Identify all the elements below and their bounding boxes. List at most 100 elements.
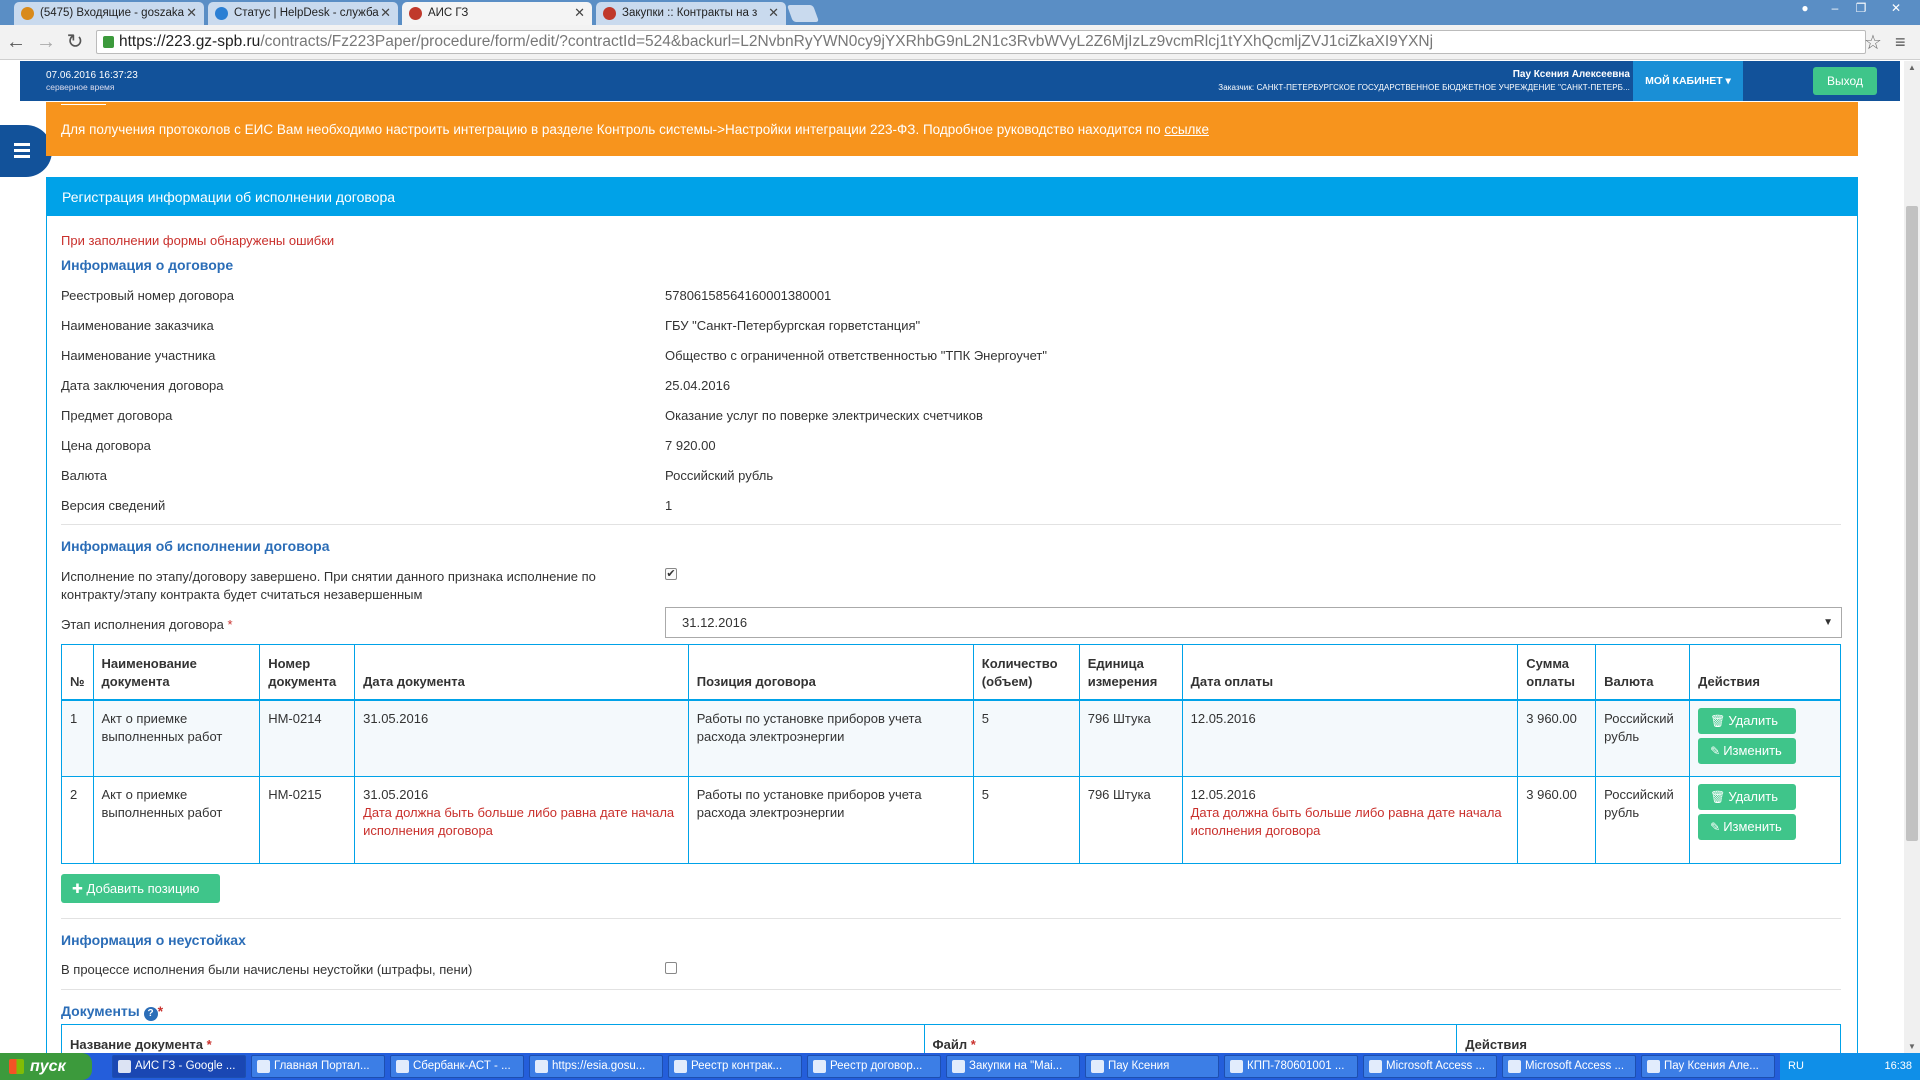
close-icon[interactable]: ✕	[380, 2, 391, 24]
browser-toolbar: ← → ↻ https://223.gz-spb.ru/contracts/Fz…	[0, 25, 1920, 60]
user-icon[interactable]: ●	[1792, 0, 1818, 18]
table-header-row: Название документа * Файл * Действия	[61, 1024, 1841, 1057]
taskbar-item[interactable]: Microsoft Access ...	[1502, 1055, 1636, 1078]
language-indicator[interactable]: RU	[1788, 1053, 1804, 1080]
contract-info-heading: Информация о договоре	[61, 257, 234, 273]
delete-button[interactable]: 🗑 Удалить	[1698, 707, 1797, 734]
col-header: Дата документа	[354, 644, 689, 701]
taskbar-item[interactable]: КПП-780601001 ...	[1224, 1055, 1358, 1078]
logout-button[interactable]: Выход	[1813, 67, 1877, 95]
tab-label: Закупки :: Контракты на з	[622, 7, 758, 19]
edit-button[interactable]: ✎ Изменить	[1698, 814, 1797, 840]
penalties-checkbox[interactable]	[665, 962, 677, 974]
customer-name-value: ГБУ "Санкт-Петербургская горветстанция"	[665, 318, 921, 333]
form-error-message: При заполнении формы обнаружены ошибки	[61, 233, 335, 248]
page-scrollbar[interactable]: ▲ ▼	[1904, 61, 1920, 1053]
taskbar-item[interactable]: Главная Портал...	[251, 1055, 385, 1078]
bookmark-star-icon[interactable]: ☆	[1864, 30, 1882, 55]
row-number: 2	[61, 776, 94, 864]
restore-icon[interactable]: ❐	[1848, 0, 1874, 18]
pay-date: 12.05.2016	[1190, 710, 1256, 726]
col-header: Сумма оплаты	[1517, 644, 1597, 701]
alert-link[interactable]: ссылке	[1164, 122, 1209, 137]
address-bar[interactable]: https://223.gz-spb.ru/contracts/Fz223Pap…	[96, 30, 1866, 54]
quantity: 5	[972, 776, 1080, 864]
divider	[61, 989, 1841, 990]
pay-date-error: Дата должна быть больше либо равна дате …	[1190, 805, 1502, 838]
help-icon[interactable]: ?	[143, 1007, 158, 1021]
back-arrow-icon[interactable]: ←	[4, 31, 28, 53]
divider	[61, 918, 1841, 919]
ie-icon	[535, 1060, 548, 1073]
currency-label: Валюта	[61, 468, 107, 483]
taskbar-item[interactable]: Microsoft Access ...	[1363, 1055, 1497, 1078]
app-icon	[952, 1060, 965, 1073]
execution-completed-checkbox[interactable]: ✔	[665, 568, 677, 580]
browser-tab-helpdesk[interactable]: Статус | HelpDesk - служба ✕	[208, 2, 398, 25]
taskbar-item[interactable]: Пау Ксения Але...	[1641, 1055, 1775, 1078]
doc-number: НМ-0215	[259, 776, 356, 864]
doc-date: 31.05.2016	[363, 710, 429, 726]
delete-button[interactable]: 🗑 Удалить	[1698, 784, 1797, 810]
start-button[interactable]: пуск	[0, 1053, 92, 1080]
close-icon[interactable]: ✕	[574, 2, 585, 24]
taskbar-item[interactable]: Реестр контрак...	[668, 1055, 802, 1078]
taskbar-item[interactable]: https://esia.gosu...	[529, 1055, 663, 1078]
forward-arrow-icon[interactable]: →	[34, 31, 58, 53]
folder-icon	[1091, 1060, 1104, 1073]
trash-icon: 🗑	[1710, 713, 1726, 728]
col-header: Количество (объем)	[972, 644, 1080, 701]
edit-button[interactable]: ✎ Изменить	[1698, 737, 1797, 764]
server-time-caption: серверное время	[46, 82, 115, 92]
stage-select[interactable]: 31.12.2016 ▼	[665, 607, 1842, 638]
cabinet-label: МОЙ КАБИНЕТ	[1645, 75, 1723, 87]
taskbar-item[interactable]: Реестр договор...	[807, 1055, 941, 1078]
browser-tab-ais-gz[interactable]: АИС ГЗ ✕	[402, 2, 592, 25]
taskbar-item[interactable]: АИС ГЗ - Google ...	[112, 1055, 246, 1078]
minimize-icon[interactable]: –	[1822, 0, 1848, 18]
add-position-button[interactable]: ✚ Добавить позицию	[61, 874, 220, 903]
system-tray: RU 16:38	[1780, 1053, 1920, 1080]
taskbar-item[interactable]: Сбербанк-АСТ - ...	[390, 1055, 524, 1078]
customer-name-label: Наименование заказчика	[61, 318, 214, 333]
table-row: 2 Акт о приемке выполненных работ НМ-021…	[61, 776, 1841, 864]
close-icon[interactable]: ✕	[186, 2, 197, 24]
penalties-heading: Информация о неустойках	[61, 932, 246, 948]
sidebar-toggle-button[interactable]	[0, 125, 52, 177]
table-row: 1 Акт о приемке выполненных работ НМ-021…	[61, 699, 1841, 777]
caret-down-icon: ▾	[1725, 75, 1731, 87]
scroll-thumb[interactable]	[1906, 206, 1918, 841]
completed-label-line2: контракту/этапу контракта будет считатьс…	[61, 587, 423, 602]
col-header: Номер документа	[259, 644, 356, 701]
table-header-row: № Наименование документа Номер документа…	[61, 644, 1841, 701]
hamburger-icon	[14, 143, 30, 146]
taskbar-item[interactable]: Закупки на "Mai...	[946, 1055, 1080, 1078]
integration-alert: Для получения протоколов с ЕИС Вам необх…	[46, 102, 1858, 156]
version-value: 1	[665, 498, 673, 513]
browser-tab-zakupki[interactable]: Закупки :: Контракты на з ✕	[596, 2, 786, 25]
url-host: https://223.gz-spb.ru	[119, 33, 261, 50]
browser-menu-icon[interactable]: ≡	[1895, 32, 1906, 53]
participant-value: Общество с ограниченной ответственностью…	[665, 348, 1047, 363]
browser-tabstrip: (5475) Входящие - goszaka ✕ Статус | Hel…	[0, 0, 1920, 25]
new-tab-button[interactable]	[786, 5, 820, 22]
scroll-up-icon[interactable]: ▲	[1904, 63, 1920, 72]
amount: 3 960.00	[1517, 699, 1597, 777]
close-icon[interactable]: ✕	[768, 2, 779, 24]
scroll-down-icon[interactable]: ▼	[1904, 1042, 1920, 1051]
contract-date-value: 25.04.2016	[665, 378, 731, 393]
chrome-icon	[118, 1060, 131, 1073]
doc-name: Акт о приемке выполненных работ	[92, 699, 261, 777]
ais-favicon-icon	[409, 7, 422, 20]
access-icon	[1369, 1060, 1382, 1073]
unit: 796 Штука	[1078, 699, 1183, 777]
col-header: Действия	[1456, 1024, 1841, 1057]
browser-tab-mail[interactable]: (5475) Входящие - goszaka ✕	[14, 2, 204, 25]
server-datetime: 07.06.2016 16:37:23	[46, 70, 138, 81]
reload-icon[interactable]: ↻	[63, 31, 87, 53]
taskbar-item[interactable]: Пау Ксения	[1085, 1055, 1219, 1078]
row-currency: Российский рубль	[1595, 699, 1691, 777]
window-close-icon[interactable]: ✕	[1878, 0, 1914, 18]
my-cabinet-dropdown[interactable]: МОЙ КАБИНЕТ ▾	[1633, 61, 1743, 101]
registry-number-value: 57806158564160001380001	[665, 288, 832, 303]
